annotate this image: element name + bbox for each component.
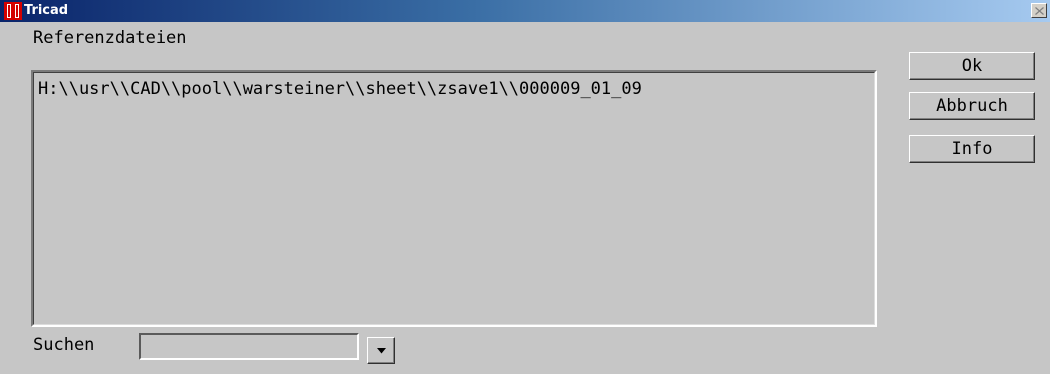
list-item[interactable]: H:\\usr\\CAD\\pool\\warsteiner\\sheet\\z… [38,79,642,99]
listbox-inner: H:\\usr\\CAD\\pool\\warsteiner\\sheet\\z… [33,72,875,325]
search-dropdown-button[interactable] [367,337,395,364]
search-input[interactable] [139,333,359,360]
close-button[interactable] [1031,3,1047,18]
tricad-app-icon [4,2,22,20]
ok-button[interactable]: Ok [909,52,1035,80]
info-button[interactable]: Info [909,135,1035,163]
title-bar[interactable]: Tricad [0,0,1050,22]
search-label: Suchen [33,335,95,355]
chevron-down-icon [377,348,386,354]
references-listbox[interactable]: H:\\usr\\CAD\\pool\\warsteiner\\sheet\\z… [31,70,877,327]
cancel-button[interactable]: Abbruch [909,92,1035,120]
tricad-dialog: Tricad Referenzdateien H:\\usr\\CAD\\poo… [0,0,1050,374]
references-label: Referenzdateien [33,28,187,48]
close-icon [1035,7,1044,15]
window-title: Tricad [24,3,69,18]
